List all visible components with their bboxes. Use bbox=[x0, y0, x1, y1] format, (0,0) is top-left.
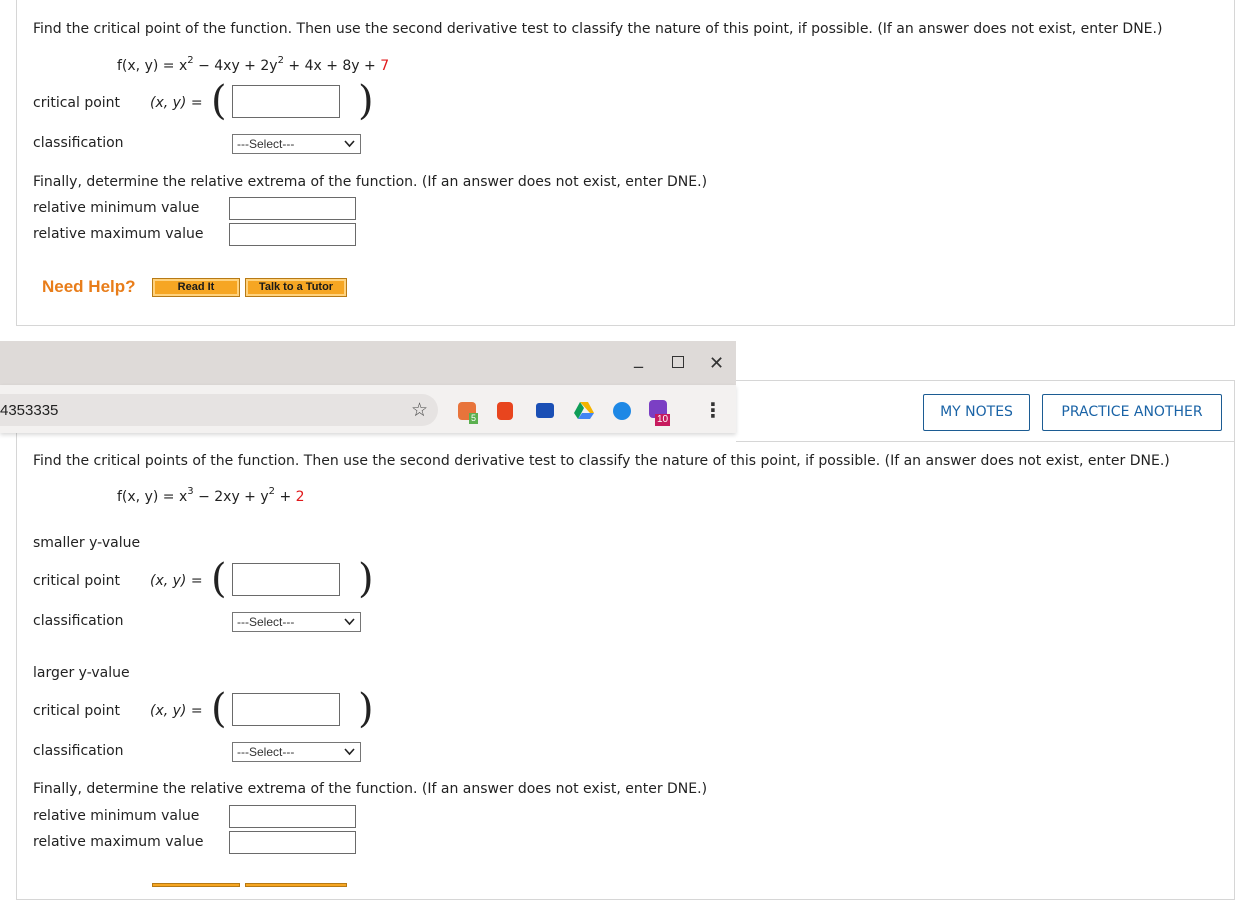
q2-xy-label-1: (x, y) = bbox=[150, 573, 203, 589]
q2-left-paren-1: ( bbox=[211, 556, 227, 602]
q2-smaller-label: smaller y-value bbox=[33, 535, 141, 551]
extension-3-icon[interactable] bbox=[536, 403, 554, 418]
q2-xy-label-2: (x, y) = bbox=[150, 703, 203, 719]
q1-rel-min-label: relative minimum value bbox=[33, 200, 200, 216]
q1-talk-tutor-button[interactable]: Talk to a Tutor bbox=[245, 278, 347, 297]
google-drive-icon[interactable] bbox=[574, 402, 594, 420]
q2-formula: f(x, y) = x3 − 2xy + y2 + 2 bbox=[117, 486, 305, 506]
address-bar-url: 4353335 bbox=[0, 402, 59, 419]
q2-read-it-button-partial[interactable] bbox=[152, 883, 240, 887]
q1-rel-max-label: relative maximum value bbox=[33, 226, 204, 242]
q2-classification-select-2[interactable]: ---Select--- bbox=[232, 742, 361, 762]
q2-rel-min-label: relative minimum value bbox=[33, 808, 200, 824]
q2-talk-tutor-button-partial[interactable] bbox=[245, 883, 347, 887]
q1-critical-point-label: critical point bbox=[33, 95, 121, 111]
q2-right-paren-1: ) bbox=[358, 556, 374, 602]
chevron-down-icon bbox=[344, 140, 355, 148]
q2-finally-text: Finally, determine the relative extrema … bbox=[33, 781, 708, 797]
q2-rel-max-label: relative maximum value bbox=[33, 834, 204, 850]
practice-another-button[interactable]: PRACTICE ANOTHER bbox=[1042, 394, 1222, 431]
q2-critical-point-input-2[interactable] bbox=[232, 693, 340, 726]
q2-critical-point-label-2: critical point bbox=[33, 703, 121, 719]
q1-critical-point-input[interactable] bbox=[232, 85, 340, 118]
maximize-icon[interactable] bbox=[672, 356, 684, 368]
q2-rel-max-input[interactable] bbox=[229, 831, 356, 854]
q1-rel-min-input[interactable] bbox=[229, 197, 356, 220]
extension-6-badge: 10 bbox=[655, 414, 671, 426]
q1-classification-select[interactable]: ---Select--- bbox=[232, 134, 361, 154]
close-icon[interactable]: ✕ bbox=[709, 353, 724, 374]
chevron-down-icon bbox=[344, 748, 355, 756]
q1-instruction: Find the critical point of the function.… bbox=[33, 21, 1163, 37]
q2-classification-label-2: classification bbox=[33, 743, 124, 759]
q2-right-paren-2: ) bbox=[358, 686, 374, 732]
q2-classification-select-1[interactable]: ---Select--- bbox=[232, 612, 361, 632]
q1-need-help-label: Need Help? bbox=[42, 277, 136, 296]
q2-left-paren-2: ( bbox=[211, 686, 227, 732]
q2-header-divider bbox=[736, 441, 1234, 442]
q1-xy-label: (x, y) = bbox=[150, 95, 203, 111]
bookmark-star-icon[interactable]: ☆ bbox=[411, 399, 428, 421]
q1-right-paren: ) bbox=[358, 78, 374, 124]
q1-classification-label: classification bbox=[33, 135, 124, 151]
q1-left-paren: ( bbox=[211, 78, 227, 124]
q1-formula: f(x, y) = x2 − 4xy + 2y2 + 4x + 8y + 7 bbox=[117, 55, 390, 75]
chevron-down-icon bbox=[344, 618, 355, 626]
extension-1-badge: 5 bbox=[469, 413, 479, 424]
minimize-icon[interactable]: _ bbox=[634, 348, 643, 369]
q2-classification-label-1: classification bbox=[33, 613, 124, 629]
address-bar[interactable] bbox=[0, 394, 438, 426]
my-notes-button[interactable]: MY NOTES bbox=[923, 394, 1030, 431]
q2-rel-min-input[interactable] bbox=[229, 805, 356, 828]
q2-critical-point-input-1[interactable] bbox=[232, 563, 340, 596]
q1-rel-max-input[interactable] bbox=[229, 223, 356, 246]
q1-read-it-button[interactable]: Read It bbox=[152, 278, 240, 297]
q2-critical-point-label-1: critical point bbox=[33, 573, 121, 589]
extension-5-icon[interactable] bbox=[613, 402, 631, 420]
q2-instruction: Find the critical points of the function… bbox=[33, 453, 1170, 469]
office-icon[interactable] bbox=[497, 402, 513, 420]
q2-larger-label: larger y-value bbox=[33, 665, 130, 681]
q1-finally-text: Finally, determine the relative extrema … bbox=[33, 174, 708, 190]
browser-menu-icon[interactable]: ⋮ bbox=[703, 398, 723, 422]
browser-titlebar[interactable] bbox=[0, 341, 736, 385]
